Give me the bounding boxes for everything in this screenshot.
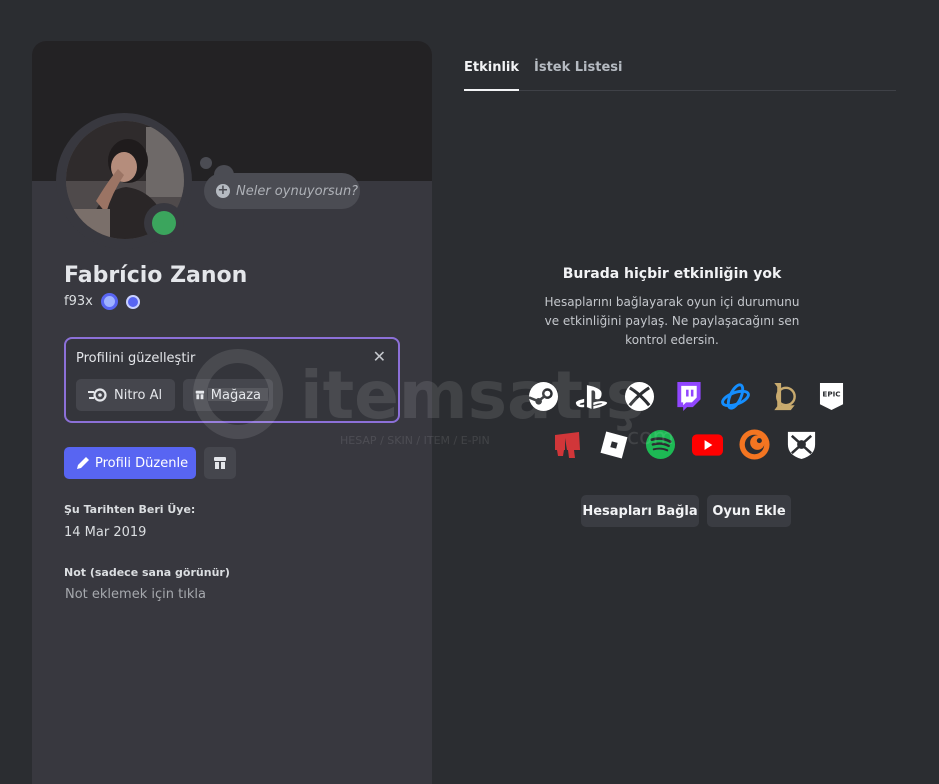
pencil-icon xyxy=(77,457,89,469)
close-icon[interactable]: ✕ xyxy=(373,347,386,366)
edit-profile-button[interactable]: Profili Düzenle xyxy=(64,447,196,479)
online-status-dot xyxy=(152,211,176,235)
shop-icon xyxy=(214,457,226,469)
shop-square-button[interactable] xyxy=(204,447,236,479)
riot-games-icon xyxy=(550,428,583,461)
thought-bubble-small xyxy=(200,157,212,169)
username-row: f93x xyxy=(64,293,140,310)
edit-profile-label: Profili Düzenle xyxy=(95,455,189,471)
connect-accounts-button[interactable]: Hesapları Bağla xyxy=(581,495,699,527)
note-label: Not (sadece sana görünür) xyxy=(64,566,230,579)
steam-icon xyxy=(527,380,560,413)
add-game-button[interactable]: Oyun Ekle xyxy=(707,495,791,527)
username: f93x xyxy=(64,294,93,309)
empty-state-title: Burada hiçbir etkinliğin yok xyxy=(562,266,782,282)
nitro-icon xyxy=(88,388,107,402)
shop-label: Mağaza xyxy=(210,387,261,403)
svg-text:EPIC: EPIC xyxy=(822,390,840,399)
roblox-icon xyxy=(597,428,630,461)
crunchyroll-icon xyxy=(738,428,771,461)
league-of-legends-icon xyxy=(767,380,800,413)
bungie-icon xyxy=(785,428,818,461)
boost-badge-icon[interactable] xyxy=(125,294,140,309)
shop-icon xyxy=(195,390,205,400)
nitro-button[interactable]: Nitro Al xyxy=(76,379,175,411)
platform-icons-row-1: EPIC xyxy=(527,380,848,413)
beautify-profile-card: Profilini güzelleştir ✕ Nitro Al Mağaza xyxy=(64,337,400,423)
nitro-label: Nitro Al xyxy=(114,387,163,403)
display-name: Fabrício Zanon xyxy=(64,263,248,288)
member-since-date: 14 Mar 2019 xyxy=(64,525,147,540)
profile-card: + Neler oynuyorsun? Fabrício Zanon f93x … xyxy=(32,41,432,784)
playstation-icon xyxy=(575,380,608,413)
activity-placeholder: Neler oynuyorsun? xyxy=(236,183,359,199)
tab-activity[interactable]: Etkinlik xyxy=(464,60,520,91)
activity-status-bubble[interactable]: + Neler oynuyorsun? xyxy=(204,173,360,209)
beautify-title: Profilini güzelleştir xyxy=(76,351,196,366)
shop-button[interactable]: Mağaza xyxy=(183,379,273,411)
profile-tabs: Etkinlik İstek Listesi xyxy=(464,60,896,91)
status-indicator xyxy=(144,203,184,243)
empty-state-description: Hesaplarını bağlayarak oyun içi durumunu… xyxy=(544,295,800,347)
youtube-icon xyxy=(691,428,724,461)
tab-wishlist[interactable]: İstek Listesi xyxy=(534,60,622,91)
xbox-icon xyxy=(623,380,656,413)
battlenet-icon xyxy=(719,380,752,413)
platform-icons-row-2 xyxy=(550,428,818,461)
spotify-icon xyxy=(644,428,677,461)
member-since-label: Şu Tarihten Beri Üye: xyxy=(64,503,196,516)
twitch-icon xyxy=(671,380,704,413)
epic-games-icon: EPIC xyxy=(815,380,848,413)
nitro-badge-icon[interactable] xyxy=(100,293,118,310)
note-input[interactable]: Not eklemek için tıkla xyxy=(65,587,206,602)
plus-circle-icon: + xyxy=(216,183,230,198)
